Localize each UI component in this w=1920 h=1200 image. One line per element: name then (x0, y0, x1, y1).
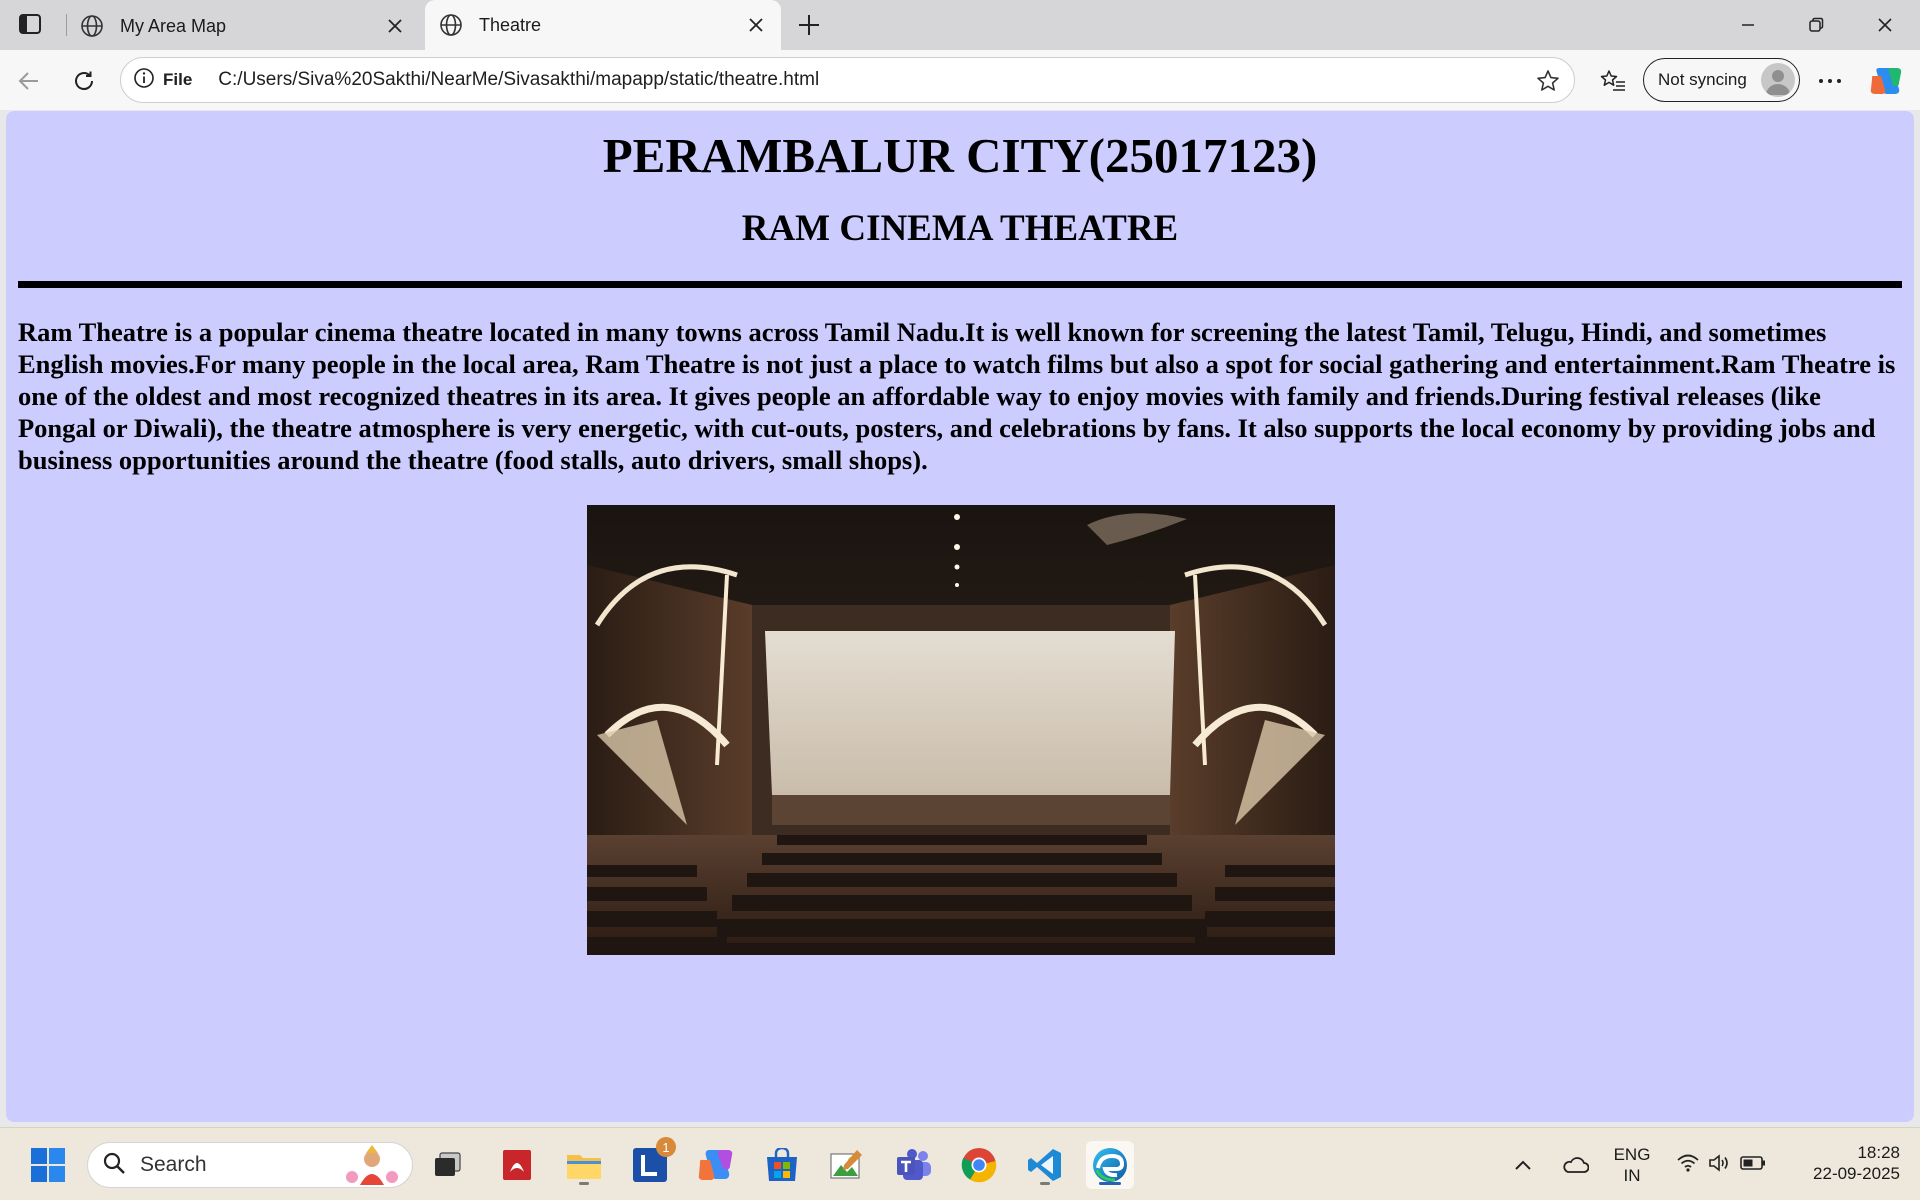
language-indicator[interactable]: ENG IN (1606, 1144, 1658, 1186)
running-indicator (579, 1182, 589, 1185)
tab-actions-icon[interactable] (10, 9, 50, 39)
search-placeholder: Search (140, 1153, 207, 1176)
lens-app-icon[interactable]: 1 (626, 1137, 676, 1189)
more-options-icon[interactable] (1811, 62, 1849, 100)
tab-title: Theatre (479, 14, 542, 35)
search-highlight-icon (342, 1145, 402, 1192)
teams-icon[interactable] (890, 1141, 938, 1189)
address-bar[interactable]: File C:/Users/Siva%20Sakthi/NearMe/Sivas… (120, 57, 1575, 103)
taskbar-search[interactable]: Search (87, 1142, 413, 1188)
browser-tab-strip: My Area Map Theatre (0, 0, 1920, 50)
volume-icon (1708, 1153, 1732, 1178)
tab-theatre[interactable]: Theatre (425, 0, 781, 50)
refresh-button[interactable] (65, 62, 103, 100)
close-window-button[interactable] (1855, 5, 1915, 45)
page-viewport: PERAMBALUR CITY(25017123) RAM CINEMA THE… (6, 111, 1914, 1122)
vscode-icon[interactable] (1021, 1141, 1069, 1189)
search-icon (102, 1151, 126, 1180)
url-text[interactable]: C:/Users/Siva%20Sakthi/NearMe/Sivasakthi… (218, 69, 819, 91)
description-paragraph: Ram Theatre is a popular cinema theatre … (18, 317, 1896, 475)
clock-time: 18:28 (1857, 1143, 1900, 1162)
copilot-icon[interactable] (1867, 62, 1905, 100)
notification-badge: 1 (656, 1137, 676, 1157)
info-icon (133, 67, 155, 94)
chrome-icon[interactable] (955, 1141, 1003, 1189)
site-info-button[interactable]: File (133, 67, 192, 94)
running-indicator (1040, 1182, 1050, 1185)
page-title: PERAMBALUR CITY(25017123) (602, 128, 1318, 183)
close-icon[interactable] (745, 14, 767, 36)
globe-icon (80, 14, 104, 38)
task-view-icon[interactable] (424, 1141, 472, 1189)
star-icon[interactable] (1534, 67, 1562, 95)
battery-icon (1740, 1155, 1766, 1176)
minimize-button[interactable] (1718, 5, 1778, 45)
browser-toolbar: File C:/Users/Siva%20Sakthi/NearMe/Sivas… (0, 50, 1920, 110)
chevron-up-icon[interactable] (1503, 1141, 1543, 1189)
new-tab-button[interactable] (794, 11, 824, 39)
copilot-app-icon[interactable] (692, 1141, 740, 1189)
wifi-icon (1676, 1153, 1700, 1178)
tab-my-area-map[interactable]: My Area Map (66, 2, 420, 50)
clock[interactable]: 18:28 22-09-2025 (1790, 1142, 1900, 1184)
theatre-photo (587, 505, 1335, 955)
photo-editor-icon[interactable] (822, 1141, 870, 1189)
tab-title: My Area Map (120, 15, 227, 36)
horizontal-rule (18, 281, 1902, 288)
scheme-label: File (163, 70, 193, 89)
globe-icon (439, 13, 463, 37)
edge-icon[interactable] (1086, 1141, 1134, 1189)
favorites-icon[interactable] (1594, 62, 1632, 100)
onedrive-icon[interactable] (1553, 1141, 1597, 1189)
sync-status-label: Not syncing (1658, 70, 1747, 89)
quick-settings-button[interactable] (1666, 1141, 1776, 1189)
close-icon[interactable] (384, 15, 406, 37)
language-label: ENG (1613, 1145, 1651, 1164)
restore-button[interactable] (1786, 5, 1846, 45)
avatar (1761, 63, 1795, 97)
start-button[interactable] (24, 1141, 72, 1189)
clock-date: 22-09-2025 (1813, 1164, 1900, 1183)
microsoft-store-icon[interactable] (758, 1141, 806, 1189)
pdf-reader-icon[interactable] (493, 1141, 541, 1189)
region-label: IN (1623, 1166, 1641, 1185)
active-indicator (1099, 1182, 1121, 1185)
profile-sync-button[interactable]: Not syncing (1643, 58, 1800, 102)
back-button[interactable] (10, 62, 48, 100)
windows-taskbar: Search 1 ENG IN 18:28 22-09-2025 (0, 1127, 1920, 1200)
file-explorer-icon[interactable] (560, 1141, 608, 1189)
page-subtitle: RAM CINEMA THEATRE (741, 208, 1179, 249)
